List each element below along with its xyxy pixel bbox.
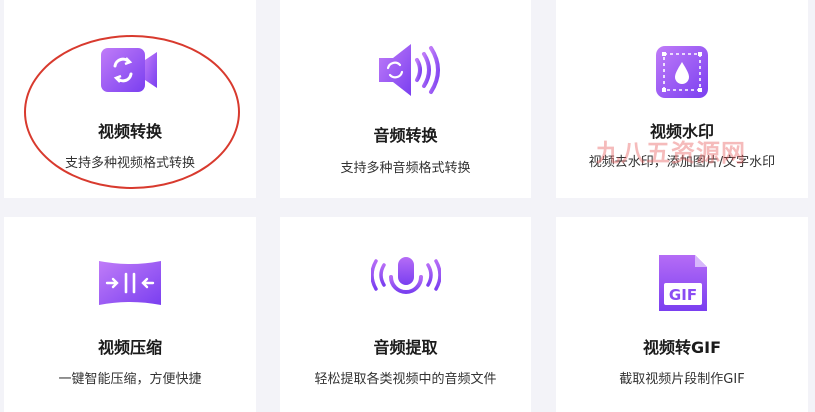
card-description: 一键智能压缩，方便快捷 [58,372,202,387]
card-title: 视频转GIF [642,338,722,357]
audio-extract-icon [370,257,441,307]
card-title: 视频转换 [97,122,162,141]
feature-card-audio-extract[interactable]: 音频提取 轻松提取各类视频中的音频文件 [280,217,531,412]
feature-card-audio-convert[interactable]: 音频转换 支持多种音频格式转换 [280,0,531,198]
feature-card-video-convert[interactable]: 视频转换 支持多种视频格式转换 [4,0,256,198]
card-description: 支持多种音频格式转换 [340,161,471,176]
feature-card-video-compress[interactable]: 视频压缩 一键智能压缩，方便快捷 [4,217,256,412]
feature-card-video-watermark[interactable]: 视频水印 视频去水印，添加图片/文字水印 [556,0,808,198]
card-description: 支持多种视频格式转换 [64,156,195,171]
card-title: 音频转换 [373,126,438,145]
card-title: 视频压缩 [97,338,162,357]
video-to-gif-icon: GIF [659,255,707,311]
gif-badge-text: GIF [669,286,697,304]
site-watermark: 九八五资源网 [596,139,746,167]
card-description: 轻松提取各类视频中的音频文件 [314,372,497,387]
card-description: 截取视频片段制作GIF [619,372,745,387]
video-watermark-icon [656,46,708,98]
video-compress-icon [99,261,161,305]
audio-convert-icon [378,44,440,96]
video-convert-icon [101,48,157,92]
card-title: 音频提取 [373,338,438,357]
feature-card-video-to-gif[interactable]: GIF 视频转GIF 截取视频片段制作GIF [556,217,808,412]
